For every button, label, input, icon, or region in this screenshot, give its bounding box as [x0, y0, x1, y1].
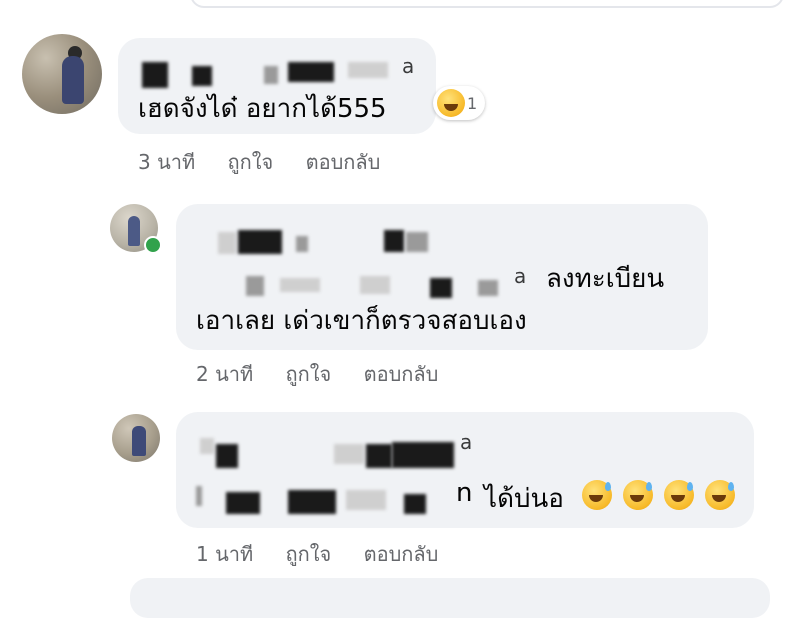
- laughing-emoji-icon: [437, 89, 465, 117]
- redacted-name: [288, 490, 336, 514]
- commenter-avatar[interactable]: [22, 34, 102, 114]
- sweat-smile-emoji-icon: [705, 480, 735, 510]
- redacted-name: [288, 62, 334, 82]
- redacted-name: [192, 66, 212, 86]
- reply-link[interactable]: ตอบกลับ: [364, 542, 439, 566]
- redacted-name: [238, 230, 282, 254]
- commenter-avatar[interactable]: [112, 414, 160, 462]
- sweat-smile-emoji-icon: [582, 480, 612, 510]
- redacted-name: [348, 62, 388, 78]
- reaction-count: 1: [467, 93, 478, 113]
- redacted-name: [216, 444, 238, 468]
- comment-text-line1: ลงทะเบียน: [546, 264, 665, 294]
- reaction-summary[interactable]: 1: [433, 86, 486, 120]
- online-status-icon: [144, 236, 162, 254]
- comment-time[interactable]: 1 นาที: [196, 542, 253, 566]
- redacted-name: [264, 66, 278, 84]
- author-name-partial[interactable]: n: [456, 478, 472, 508]
- redacted-name: [280, 278, 320, 292]
- redacted-name: [142, 62, 168, 88]
- sweat-smile-emoji-icon: [664, 480, 694, 510]
- redacted-name: [334, 444, 364, 464]
- redacted-name: [196, 486, 202, 506]
- reply-link[interactable]: ตอบกลับ: [364, 362, 439, 386]
- redacted-name: [478, 280, 498, 296]
- author-name-tail[interactable]: a: [460, 430, 472, 454]
- avatar-figure: [62, 56, 84, 104]
- redacted-name: [366, 444, 392, 468]
- redacted-name: [406, 232, 428, 252]
- redacted-name: [200, 438, 214, 454]
- comment-time[interactable]: 3 นาที: [138, 150, 195, 174]
- comment-time[interactable]: 2 นาที: [196, 362, 253, 386]
- redacted-name: [404, 494, 426, 514]
- redacted-name: [384, 230, 404, 252]
- author-name-tail[interactable]: a: [514, 264, 526, 288]
- redacted-name: [346, 490, 386, 510]
- comment-meta: 2 นาที ถูกใจ ตอบกลับ: [196, 358, 464, 390]
- redacted-name: [392, 442, 454, 468]
- previous-comment-box: [190, 0, 784, 8]
- like-link[interactable]: ถูกใจ: [286, 362, 332, 386]
- like-link[interactable]: ถูกใจ: [228, 150, 274, 174]
- comment-text: เฮดจังได๋ อยากได้555: [138, 94, 387, 124]
- avatar-figure: [128, 216, 140, 246]
- comment-meta: 3 นาที ถูกใจ ตอบกลับ: [138, 146, 406, 178]
- reply-link[interactable]: ตอบกลับ: [306, 150, 381, 174]
- comment-text-line2: เอาเลย เด่วเขาก็ตรวจสอบเอง: [196, 306, 527, 336]
- next-comment-bubble: [130, 578, 770, 618]
- author-name-tail[interactable]: a: [402, 54, 414, 78]
- redacted-name: [226, 492, 260, 514]
- redacted-name: [360, 276, 390, 294]
- comment-text: ได้บ่นอ: [484, 484, 564, 514]
- comment-meta: 1 นาที ถูกใจ ตอบกลับ: [196, 538, 464, 570]
- redacted-name: [218, 232, 236, 254]
- redacted-name: [430, 278, 452, 298]
- redacted-name: [246, 276, 264, 296]
- avatar-figure: [132, 426, 146, 456]
- emoji-row: [582, 480, 735, 510]
- sweat-smile-emoji-icon: [623, 480, 653, 510]
- redacted-name: [296, 236, 308, 252]
- like-link[interactable]: ถูกใจ: [286, 542, 332, 566]
